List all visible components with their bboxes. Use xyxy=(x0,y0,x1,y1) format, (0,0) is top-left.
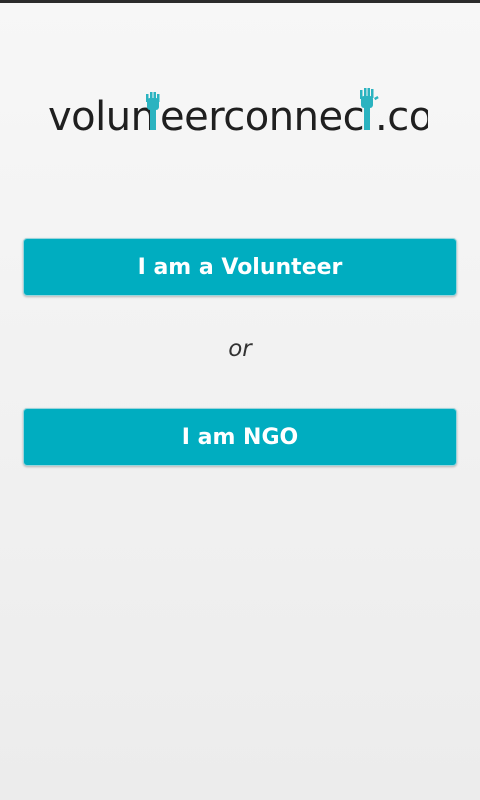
i-am-volunteer-label: I am a Volunteer xyxy=(137,254,343,280)
svg-text:.co: .co xyxy=(375,94,428,138)
or-separator: or xyxy=(228,336,252,362)
i-am-ngo-button[interactable]: I am NGO xyxy=(23,408,457,466)
svg-text:eerconnec: eerconnec xyxy=(160,94,364,138)
i-am-volunteer-button[interactable]: I am a Volunteer xyxy=(23,238,457,296)
i-am-ngo-label: I am NGO xyxy=(181,424,299,450)
svg-text:volun: volun xyxy=(48,94,155,138)
status-bar xyxy=(0,0,480,3)
app-logo: volun eerconnec .co xyxy=(48,82,428,138)
